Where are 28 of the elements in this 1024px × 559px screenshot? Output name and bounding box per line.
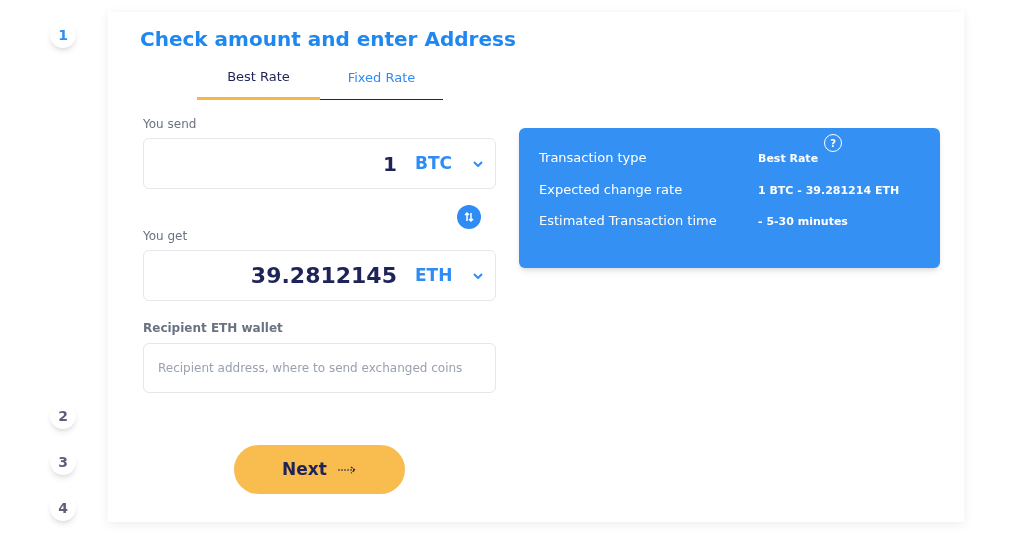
info-label: Estimated Transaction time (539, 212, 718, 230)
info-value: Best Rate (758, 151, 819, 167)
rate-tab[interactable]: Best Rate (197, 62, 320, 100)
amount-value: 1 (383, 150, 397, 178)
field-label: Recipient ETH wallet (143, 320, 284, 337)
info-value: - 5-30 minutes (758, 214, 848, 230)
rate-tab[interactable]: Fixed Rate (320, 62, 443, 100)
amount-field[interactable]: 39.2812145 ETH (143, 250, 496, 301)
chevron-down-icon (473, 160, 483, 167)
step-number[interactable]: 2 (50, 403, 76, 429)
step-number[interactable]: 4 (50, 495, 76, 521)
field-label: You send (143, 116, 198, 133)
wallet-address-field[interactable]: Recipient address, where to send exchanged coins (143, 343, 496, 393)
step-number[interactable]: 1 (50, 22, 76, 48)
step-number[interactable]: 3 (50, 449, 76, 475)
info-label: Transaction type (539, 149, 648, 167)
amount-value: 39.2812145 (250, 262, 397, 290)
amount-field[interactable]: 1 BTC (143, 138, 496, 189)
page-title: Check amount and enter Address (140, 26, 517, 53)
info-label: Expected change rate (539, 180, 684, 199)
field-label: You get (143, 228, 189, 245)
info-value: 1 BTC - 39.281214 ETH (758, 182, 900, 199)
currency-label: BTC (415, 151, 454, 175)
arrow-right-icon (336, 465, 357, 474)
chevron-down-icon (473, 272, 483, 279)
next-button[interactable]: Next (234, 445, 405, 494)
swap-icon[interactable] (457, 205, 481, 229)
currency-label: ETH (415, 263, 454, 287)
